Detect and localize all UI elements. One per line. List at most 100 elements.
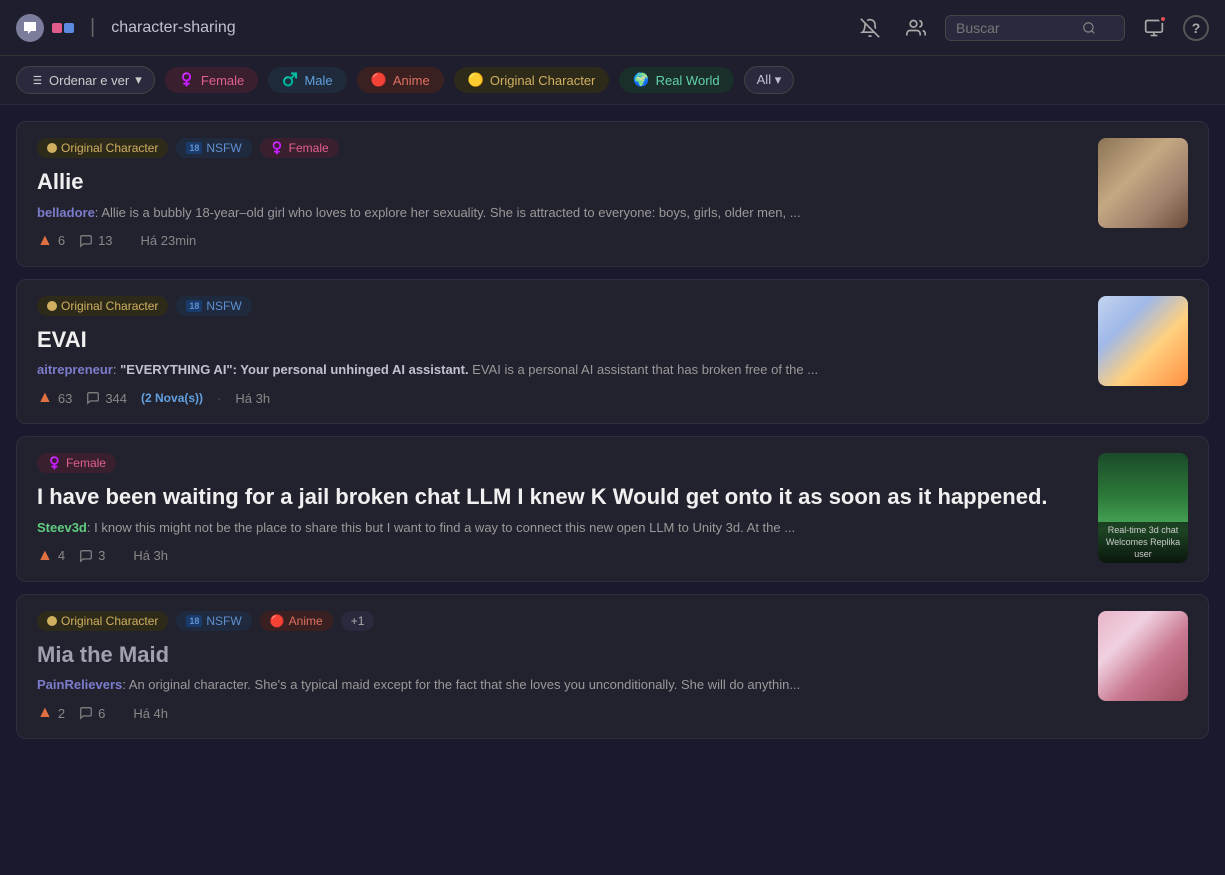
all-chevron: ▾ (775, 72, 782, 87)
sort-label: Ordenar e ver (49, 73, 129, 88)
post-jail-meta: ▲ 4 3 Há 3h (37, 547, 1082, 565)
post-jail-tags: ♀️ Female (37, 453, 1082, 473)
logo-squares (52, 23, 74, 33)
male-label: Male (304, 73, 332, 88)
post-jail-thumb: Real-time 3d chatWelcomes Replika user (1098, 453, 1188, 563)
male-emoji: ♂️ (282, 72, 298, 88)
post-mia-meta: ▲ 2 6 Há 4h (37, 704, 1082, 722)
tag-female[interactable]: ♀️ Female (260, 138, 339, 158)
post-evai-author[interactable]: aitrepreneur (37, 362, 113, 377)
post-mia-body: Original Character 18 NSFW 🔴 Anime +1 Mi… (37, 611, 1082, 723)
comment-icon-mia (79, 706, 93, 720)
female-label: Female (201, 73, 244, 88)
anime-icon-mia: 🔴 (270, 614, 285, 628)
post-allie-description: Allie is a bubbly 18-year–old girl who l… (101, 205, 800, 220)
people-icon[interactable] (899, 11, 933, 45)
tag-nsfw-mia[interactable]: 18 NSFW (176, 611, 251, 631)
tag-original-character-mia[interactable]: Original Character (37, 611, 168, 631)
post-mia[interactable]: Original Character 18 NSFW 🔴 Anime +1 Mi… (16, 594, 1209, 740)
monitor-icon[interactable] (1137, 11, 1171, 45)
filterbar: Ordenar e ver ▾ ♀️ Female ♂️ Male 🔴 Anim… (0, 56, 1225, 105)
comment-count[interactable]: 13 (79, 233, 112, 248)
post-jail-desc: Steev3d: I know this might not be the pl… (37, 520, 1082, 535)
comment-icon-jail (79, 549, 93, 563)
nsfw-age-icon: 18 (186, 142, 202, 154)
tag-original-character[interactable]: Original Character (37, 138, 168, 158)
upvote-value: 6 (58, 233, 65, 248)
help-label: ? (1192, 20, 1201, 36)
upvote-icon-evai: ▲ (37, 389, 53, 407)
tag-female-label-jail: Female (66, 456, 106, 470)
tag-nsfw-evai[interactable]: 18 NSFW (176, 296, 251, 316)
post-mia-desc: PainRelievers: An original character. Sh… (37, 677, 1082, 692)
post-evai-bold: "EVERYTHING AI": Your personal unhinged … (120, 362, 472, 377)
nsfw-age-icon-mia: 18 (186, 615, 202, 627)
tag-plus-mia[interactable]: +1 (341, 611, 375, 631)
comment-value-evai: 344 (105, 391, 127, 406)
all-label: All (757, 72, 771, 87)
upvote-value-jail: 4 (58, 548, 65, 563)
post-mia-title[interactable]: Mia the Maid (37, 641, 1082, 670)
logo-sq-pink (52, 23, 62, 33)
anime-emoji: 🔴 (371, 72, 387, 88)
upvote-icon-jail: ▲ (37, 547, 53, 565)
upvote-icon: ▲ (37, 232, 53, 250)
tag-anime-mia[interactable]: 🔴 Anime (260, 611, 333, 631)
comment-icon (79, 234, 93, 248)
tag-nsfw[interactable]: 18 NSFW (176, 138, 251, 158)
search-input[interactable] (956, 20, 1076, 36)
post-list: Original Character 18 NSFW ♀️ Female All… (0, 105, 1225, 755)
meta-sep-evai: · (217, 391, 221, 406)
post-jail-time: Há 3h (133, 548, 168, 563)
upvote-count-evai[interactable]: ▲ 63 (37, 389, 72, 407)
tag-original-label: Original Character (61, 141, 158, 155)
post-jail-author[interactable]: Steev3d (37, 520, 87, 535)
post-allie-author[interactable]: belladore (37, 205, 95, 220)
tag-original-label-mia: Original Character (61, 614, 158, 628)
comment-count-mia[interactable]: 6 (79, 706, 105, 721)
female-icon-jail: ♀️ (47, 456, 62, 470)
post-evai-title[interactable]: EVAI (37, 326, 1082, 355)
post-allie-thumb (1098, 138, 1188, 228)
upvote-icon-mia: ▲ (37, 704, 53, 722)
filter-chip-all[interactable]: All ▾ (744, 66, 795, 94)
filter-chip-female[interactable]: ♀️ Female (165, 67, 259, 93)
post-mia-time: Há 4h (133, 706, 168, 721)
post-mia-author[interactable]: PainRelievers (37, 677, 122, 692)
post-evai-thumb (1098, 296, 1188, 386)
filter-chip-realworld[interactable]: 🌍 Real World (619, 67, 733, 93)
channel-name[interactable]: character-sharing (111, 19, 236, 37)
jail-thumb-caption: Real-time 3d chatWelcomes Replika user (1098, 522, 1188, 563)
comment-count-evai[interactable]: 344 (86, 391, 127, 406)
sort-filter[interactable]: Ordenar e ver ▾ (16, 66, 155, 94)
help-icon[interactable]: ? (1183, 15, 1209, 41)
post-evai[interactable]: Original Character 18 NSFW EVAI aitrepre… (16, 279, 1209, 425)
upvote-count-mia[interactable]: ▲ 2 (37, 704, 65, 722)
post-jail-title[interactable]: I have been waiting for a jail broken ch… (37, 483, 1082, 512)
post-allie-desc: belladore: Allie is a bubbly 18-year–old… (37, 205, 1082, 220)
upvote-count[interactable]: ▲ 6 (37, 232, 65, 250)
bell-slash-icon[interactable] (853, 11, 887, 45)
original-dot-icon (47, 143, 57, 153)
filter-chip-anime[interactable]: 🔴 Anime (357, 67, 444, 93)
logo[interactable] (16, 14, 74, 42)
tag-original-label-evai: Original Character (61, 299, 158, 313)
comment-value-jail: 3 (98, 548, 105, 563)
post-jail-body: ♀️ Female I have been waiting for a jail… (37, 453, 1082, 565)
realworld-emoji: 🌍 (633, 72, 649, 88)
post-mia-thumb (1098, 611, 1188, 701)
original-dot-icon (47, 301, 57, 311)
tag-nsfw-label: NSFW (206, 141, 241, 155)
tag-female-jail[interactable]: ♀️ Female (37, 453, 116, 473)
filter-chip-original[interactable]: 🟡 Original Character (454, 67, 610, 93)
realworld-label: Real World (656, 73, 720, 88)
post-allie-title[interactable]: Allie (37, 168, 1082, 197)
search-bar[interactable] (945, 15, 1125, 41)
filter-chip-male[interactable]: ♂️ Male (268, 67, 346, 93)
post-allie[interactable]: Original Character 18 NSFW ♀️ Female All… (16, 121, 1209, 267)
post-jail[interactable]: ♀️ Female I have been waiting for a jail… (16, 436, 1209, 582)
tag-original-character-evai[interactable]: Original Character (37, 296, 168, 316)
upvote-count-jail[interactable]: ▲ 4 (37, 547, 65, 565)
tag-nsfw-label-evai: NSFW (206, 299, 241, 313)
comment-count-jail[interactable]: 3 (79, 548, 105, 563)
